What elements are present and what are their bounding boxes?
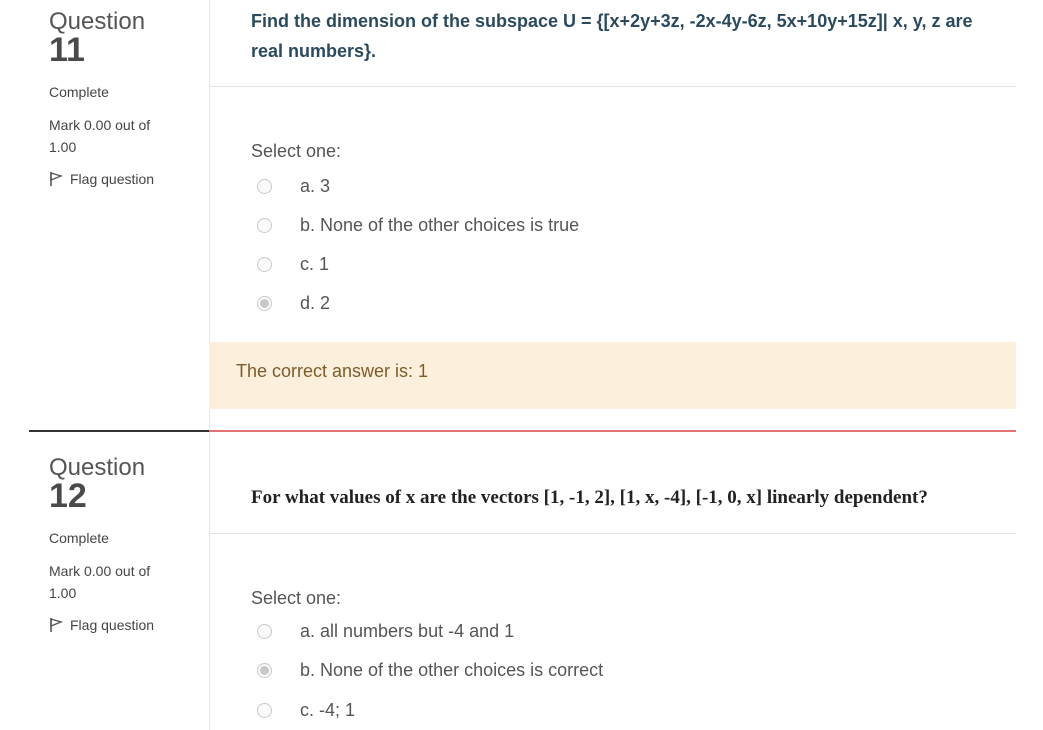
radio-button[interactable] xyxy=(257,702,272,718)
select-one-label: Select one: xyxy=(251,588,342,608)
answer-option-label: a. all numbers but -4 and 1 xyxy=(300,620,515,641)
question-text-divider xyxy=(209,86,1016,87)
answer-option-b[interactable]: b. None of the other choices is true xyxy=(257,213,579,237)
answer-option-label: d. 2 xyxy=(300,292,331,313)
answer-option-label: b. None of the other choices is true xyxy=(300,214,580,235)
answer-option-c[interactable]: c. -4; 1 xyxy=(257,698,355,722)
answer-option-a[interactable]: a. all numbers but -4 and 1 xyxy=(257,619,514,643)
radio-button-selected[interactable] xyxy=(257,662,272,678)
flag-icon xyxy=(50,618,63,632)
content-border xyxy=(209,432,210,730)
question-12: Question 12 Complete Mark 0.00 out of 1.… xyxy=(0,432,1043,730)
radio-button[interactable] xyxy=(257,178,272,194)
question-state: Complete xyxy=(49,84,109,100)
question-number: 11 xyxy=(49,31,85,69)
answer-option-d[interactable]: d. 2 xyxy=(257,291,330,315)
answer-option-c[interactable]: c. 1 xyxy=(257,252,329,276)
flag-question-button[interactable]: Flag question xyxy=(49,617,154,633)
question-mark: Mark 0.00 out of 1.00 xyxy=(49,117,151,155)
question-text: Find the dimension of the subspace U = {… xyxy=(251,11,973,61)
radio-button[interactable] xyxy=(257,256,272,272)
answer-option-label: b. None of the other choices is correct xyxy=(300,659,604,680)
question-number: 12 xyxy=(49,477,87,515)
page-right-margin xyxy=(1016,0,1043,730)
answer-option-label: c. -4; 1 xyxy=(300,699,356,720)
radio-button-selected[interactable] xyxy=(257,295,272,311)
answer-option-a[interactable]: a. 3 xyxy=(257,174,330,198)
question-text: For what values of x are the vectors [1,… xyxy=(251,487,928,508)
question-11: Question 11 Complete Mark 0.00 out of 1.… xyxy=(0,0,1043,430)
flag-question-label: Flag question xyxy=(70,617,155,633)
feedback-box: The correct answer is: 1 xyxy=(209,342,1016,409)
answer-option-b[interactable]: b. None of the other choices is correct xyxy=(257,658,603,682)
question-mark: Mark 0.00 out of 1.00 xyxy=(49,563,151,601)
select-one-label: Select one: xyxy=(251,141,342,161)
question-state: Complete xyxy=(49,530,109,546)
flag-question-button[interactable]: Flag question xyxy=(49,171,154,187)
question-text-divider xyxy=(209,533,1016,534)
answer-option-label: c. 1 xyxy=(300,253,330,274)
correct-answer-text: The correct answer is: 1 xyxy=(236,361,429,381)
flag-question-label: Flag question xyxy=(70,171,155,187)
flag-icon xyxy=(50,172,63,186)
radio-button[interactable] xyxy=(257,623,272,639)
radio-button[interactable] xyxy=(257,217,272,233)
answer-option-label: a. 3 xyxy=(300,175,331,196)
